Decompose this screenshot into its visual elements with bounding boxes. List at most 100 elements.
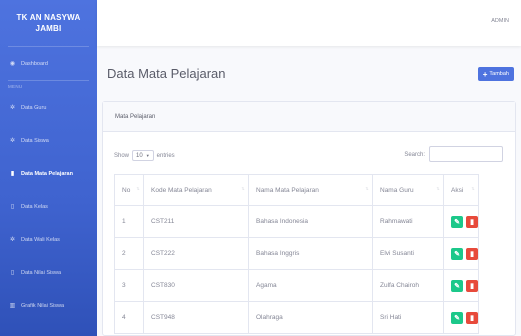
- column-header-kode[interactable]: Kode Mata Pelajaran ↑↓: [143, 174, 249, 206]
- table-controls: Show 10 ▼ entries Search:: [114, 146, 503, 162]
- cell-nama-mapel: Bahasa Inggris: [248, 237, 373, 270]
- pencil-icon: ✎: [454, 250, 460, 258]
- cell-nama-guru: Sri Hati: [372, 301, 444, 334]
- search-control: Search:: [404, 146, 503, 162]
- users-icon: ✲: [9, 138, 16, 144]
- sort-icon: ↑↓: [471, 186, 475, 192]
- table-row: 3 CST830 Agama Zulfa Chairoh ✎ ▮: [114, 269, 479, 302]
- trash-icon: ▮: [470, 250, 474, 258]
- data-table: No ↑↓ Kode Mata Pelajaran ↑↓ Nama Mata Pel…: [114, 174, 479, 334]
- sidebar-item-grafik-nilai-siswa[interactable]: ▥ Grafik Nilai Siswa: [0, 289, 97, 322]
- entries-value: 10: [136, 152, 143, 159]
- sidebar-item-label: Data Siswa: [21, 137, 49, 144]
- add-button-label: Tambah: [489, 71, 509, 77]
- book-icon: ▮: [10, 171, 15, 177]
- sort-icon: ↑↓: [436, 186, 440, 192]
- column-header-no[interactable]: No ↑↓: [114, 174, 144, 206]
- add-button[interactable]: + Tambah: [477, 67, 514, 81]
- delete-button[interactable]: ▮: [466, 311, 478, 324]
- trash-icon: ▮: [470, 218, 474, 226]
- pencil-icon: ✎: [454, 282, 460, 290]
- user-menu[interactable]: ADMIN: [491, 18, 509, 24]
- cell-kode: CST211: [143, 205, 249, 238]
- main-content: Data Mata Pelajaran + Tambah Mata Pelaja…: [97, 46, 521, 336]
- delete-button[interactable]: ▮: [466, 279, 478, 292]
- file-icon: ▯: [10, 270, 15, 276]
- topbar: ADMIN: [97, 0, 521, 46]
- cell-no: 2: [114, 237, 144, 270]
- column-header-aksi[interactable]: Aksi ↑↓: [443, 174, 479, 206]
- sidebar-item-label: Data Nilai Siswa: [21, 269, 62, 276]
- sidebar-item-label: Grafik Nilai Siswa: [21, 302, 65, 309]
- sidebar-item-label: Data Kelas: [21, 203, 48, 210]
- delete-button[interactable]: ▮: [466, 215, 478, 228]
- sidebar-item-label: Data Wali Kelas: [21, 236, 60, 243]
- cell-aksi: ✎ ▮: [443, 269, 479, 302]
- users-icon: ✲: [9, 105, 16, 111]
- brand-line1: TK AN NASYWA: [16, 13, 81, 22]
- sidebar-item-dashboard[interactable]: ◉ Dashboard: [0, 47, 97, 80]
- pencil-icon: ✎: [454, 314, 460, 322]
- sidebar-item-data-guru[interactable]: ✲ Data Guru: [0, 91, 97, 124]
- trash-icon: ▮: [470, 314, 474, 322]
- column-header-nama-guru[interactable]: Nama Guru ↑↓: [372, 174, 444, 206]
- file-icon: ▯: [10, 204, 15, 210]
- cell-no: 1: [114, 205, 144, 238]
- sidebar-item-data-mata-pelajaran[interactable]: ▮ Data Mata Pelajaran: [0, 157, 97, 190]
- chevron-down-icon: ▼: [145, 153, 150, 158]
- cell-no: 4: [114, 301, 144, 334]
- trash-icon: ▮: [470, 282, 474, 290]
- sidebar-heading: MENU: [8, 83, 23, 89]
- users-icon: ✲: [9, 237, 16, 243]
- show-label: Show: [114, 152, 130, 159]
- edit-button[interactable]: ✎: [451, 247, 463, 260]
- cell-kode: CST830: [143, 269, 249, 302]
- cell-nama-mapel: Olahraga: [248, 301, 373, 334]
- page-title: Data Mata Pelajaran: [107, 66, 226, 81]
- chart-icon: ▥: [9, 303, 16, 309]
- cell-nama-mapel: Agama: [248, 269, 373, 302]
- edit-button[interactable]: ✎: [451, 311, 463, 324]
- data-card: Mata Pelajaran Show 10 ▼ entries Search:: [102, 101, 516, 336]
- brand-line2: JAMBI: [35, 24, 62, 33]
- sort-icon: ↑↓: [365, 186, 369, 192]
- dashboard-icon: ◉: [9, 61, 16, 67]
- sidebar-item-label: Dashboard: [21, 60, 48, 67]
- cell-aksi: ✎ ▮: [443, 301, 479, 334]
- brand-logo[interactable]: TK AN NASYWA JAMBI: [0, 0, 97, 46]
- sidebar-item-label: Data Guru: [21, 104, 47, 111]
- sidebar-item-data-nilai-siswa[interactable]: ▯ Data Nilai Siswa: [0, 256, 97, 289]
- edit-button[interactable]: ✎: [451, 279, 463, 292]
- entries-label: entries: [156, 152, 175, 159]
- table-header-row: No ↑↓ Kode Mata Pelajaran ↑↓ Nama Mata Pel…: [114, 174, 479, 206]
- cell-kode: CST222: [143, 237, 249, 270]
- table-row: 2 CST222 Bahasa Inggris Elvi Susanti ✎ ▮: [114, 237, 479, 270]
- pencil-icon: ✎: [454, 218, 460, 226]
- cell-nama-mapel: Bahasa Indonesia: [248, 205, 373, 238]
- entries-control: Show 10 ▼ entries: [114, 150, 175, 161]
- cell-nama-guru: Zulfa Chairoh: [372, 269, 444, 302]
- sort-icon: ↑↓: [241, 186, 245, 192]
- cell-nama-guru: Elvi Susanti: [372, 237, 444, 270]
- cell-no: 3: [114, 269, 144, 302]
- column-header-nama-mapel[interactable]: Nama Mata Pelajaran ↑↓: [248, 174, 373, 206]
- cell-aksi: ✎ ▮: [443, 237, 479, 270]
- search-input[interactable]: [429, 146, 503, 162]
- sidebar-item-data-kelas[interactable]: ▯ Data Kelas: [0, 190, 97, 223]
- table-row: 4 CST948 Olahraga Sri Hati ✎ ▮: [114, 301, 479, 334]
- sidebar-item-label: Data Mata Pelajaran: [21, 170, 73, 177]
- table-row: 1 CST211 Bahasa Indonesia Rahmawati ✎ ▮: [114, 205, 479, 238]
- sidebar-item-data-wali-kelas[interactable]: ✲ Data Wali Kelas: [0, 223, 97, 256]
- cell-aksi: ✎ ▮: [443, 205, 479, 238]
- delete-button[interactable]: ▮: [466, 247, 478, 260]
- plus-icon: +: [482, 69, 488, 79]
- card-title: Mata Pelajaran: [103, 102, 515, 132]
- sidebar-item-data-siswa[interactable]: ✲ Data Siswa: [0, 124, 97, 157]
- cell-nama-guru: Rahmawati: [372, 205, 444, 238]
- sidebar: TK AN NASYWA JAMBI ◉ Dashboard MENU ✲ Da…: [0, 0, 97, 336]
- entries-select[interactable]: 10 ▼: [132, 150, 154, 161]
- edit-button[interactable]: ✎: [451, 215, 463, 228]
- sort-icon: ↑↓: [136, 186, 140, 192]
- search-label: Search:: [404, 152, 425, 158]
- cell-kode: CST948: [143, 301, 249, 334]
